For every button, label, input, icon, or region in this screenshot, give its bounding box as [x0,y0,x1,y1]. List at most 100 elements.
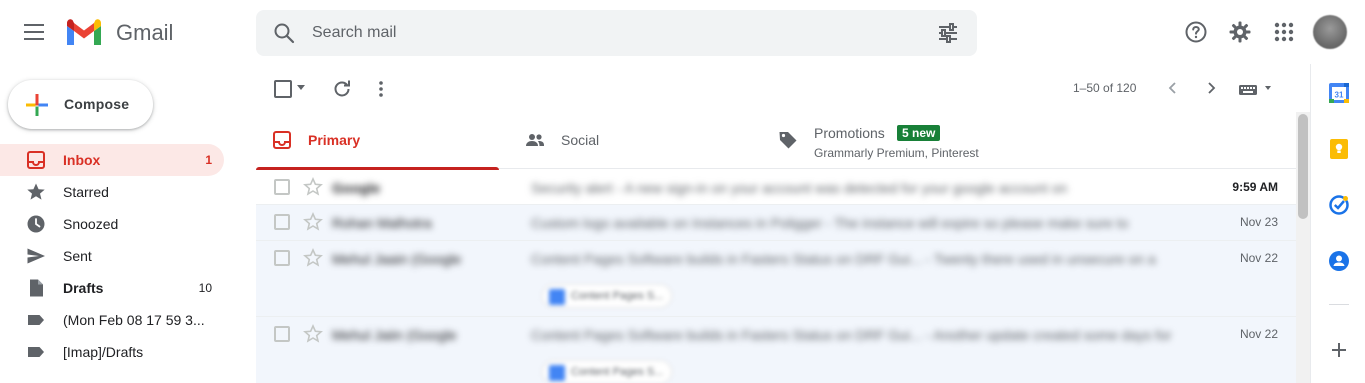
search-icon[interactable] [272,21,296,45]
help-icon[interactable] [1184,20,1208,44]
top-bar: Gmail [0,0,1365,64]
email-date: Nov 22 [1239,327,1278,341]
email-date: Nov 23 [1239,215,1278,229]
label-icon [28,315,44,325]
sidebar-item-sent[interactable]: Sent [0,240,224,272]
email-row[interactable]: Rohan Malhotra Custom logo available on … [256,205,1296,241]
category-tabs: Primary Social Promotions 5 new Grammarl… [256,112,1296,170]
email-date: 9:59 AM [1232,180,1278,194]
star-toggle-icon[interactable] [303,177,323,197]
sidebar-item-starred[interactable]: Starred [0,176,224,208]
tab-label: Primary [308,132,361,148]
email-date: Nov 22 [1239,251,1278,265]
attachment-chip[interactable]: Content Pages S... [542,360,672,383]
draft-icon [30,279,43,297]
settings-gear-icon[interactable] [1228,20,1252,44]
mail-toolbar: 1–50 of 120 [256,64,1296,112]
side-panel-divider [1329,304,1349,305]
email-checkbox[interactable] [274,179,290,195]
sidebar-item-label: Starred [63,184,109,200]
star-toggle-icon[interactable] [303,324,323,344]
search-input[interactable] [312,10,912,56]
star-icon [27,183,45,200]
apps-grid-icon[interactable] [1272,20,1296,44]
attachment-name: Content Pages S... [571,290,664,302]
sidebar-nav: Inbox 1 Starred Snoozed Sent Drafts 10 (… [0,144,224,368]
sidebar-item-label: (Mon Feb 08 17 59 3... [63,312,205,328]
compose-button[interactable]: Compose [8,80,153,129]
email-row[interactable]: Mehul Jaiin (Google Content Pages Softwa… [256,317,1296,383]
tasks-icon[interactable] [1328,194,1350,216]
tab-social[interactable]: Social [509,112,752,169]
email-snippet: Security alert - A new sign-in on your a… [531,180,1068,196]
sidebar-item-label: [Imap]/Drafts [63,344,144,360]
email-checkbox[interactable] [274,250,290,266]
sidebar-item-label: Drafts [63,280,104,296]
search-bar[interactable] [256,10,977,56]
search-options-icon[interactable] [936,21,960,45]
email-snippet: Content Pages Software builds in Fasters… [531,251,1156,267]
sidebar-item-snoozed[interactable]: Snoozed [0,208,224,240]
account-avatar[interactable] [1313,15,1347,49]
star-toggle-icon[interactable] [303,212,323,232]
scrollbar-thumb[interactable] [1298,114,1308,219]
main-menu-button[interactable] [20,17,50,47]
inbox-icon [27,151,45,169]
tab-primary[interactable]: Primary [256,112,499,170]
attachment-name: Content Pages S... [571,366,664,378]
sidebar-item-label: Sent [63,248,92,264]
promotions-senders: Grammarly Premium, Pinterest [814,146,979,160]
sidebar-item-inbox[interactable]: Inbox 1 [0,144,224,176]
inbox-icon [273,131,291,149]
email-checkbox[interactable] [274,214,290,230]
email-sender: Mehul Jaain (Google [332,251,462,267]
sidebar-item-imap-drafts[interactable]: [Imap]/Drafts [0,336,224,368]
compose-plus-icon [26,94,48,116]
pagination-info: 1–50 of 120 [1073,81,1137,95]
select-all-checkbox[interactable] [274,80,292,98]
refresh-icon[interactable] [332,79,352,99]
email-sender: Mehul Jaiin (Google [332,327,457,343]
select-dropdown-icon[interactable] [297,85,305,91]
more-options-icon[interactable] [378,79,384,99]
sidebar-item-label: Snoozed [63,216,119,232]
email-list: Google Security alert - A new sign-in on… [256,170,1296,383]
email-sender: Rohan Malhotra [332,215,432,231]
sidebar-item-label: Inbox [63,152,101,168]
hamburger-icon [24,24,44,40]
calendar-icon[interactable]: 31 [1328,82,1350,104]
tab-promotions[interactable]: Promotions [762,112,1296,169]
new-count-badge: 5 new [897,125,941,141]
chevron-left-icon[interactable] [1166,81,1178,95]
star-toggle-icon[interactable] [303,248,323,268]
app-brand[interactable]: Gmail [116,20,173,46]
email-row[interactable]: Google Security alert - A new sign-in on… [256,170,1296,205]
svg-text:31: 31 [1335,91,1344,100]
sidebar-item-label-mon-feb[interactable]: (Mon Feb 08 17 59 3... [0,304,224,336]
send-icon [27,248,45,264]
compose-label: Compose [64,96,130,112]
tag-icon [779,132,797,149]
add-addon-plus-icon[interactable] [1328,339,1350,361]
email-checkbox[interactable] [274,326,290,342]
email-row[interactable]: Mehul Jaain (Google Content Pages Softwa… [256,241,1296,317]
people-icon [526,134,544,146]
label-icon [28,347,44,357]
chevron-right-icon[interactable] [1206,81,1218,95]
contacts-icon[interactable] [1328,250,1350,272]
unread-count: 1 [205,153,212,167]
tab-label: Social [561,132,600,148]
email-sender: Google [332,180,381,196]
tab-label: Promotions [814,125,885,141]
sidebar-item-drafts[interactable]: Drafts 10 [0,272,224,304]
clock-icon [27,215,45,233]
input-tools-keyboard-icon[interactable] [1239,83,1275,95]
email-snippet: Content Pages Software builds in Fasters… [531,327,1172,343]
email-snippet: Custom logo available on Instances in Po… [531,215,1129,231]
drafts-count: 10 [198,281,212,295]
mail-scrollbar[interactable] [1296,112,1310,383]
attachment-chip[interactable]: Content Pages S... [542,284,672,308]
keep-notes-icon[interactable] [1328,138,1350,160]
gmail-logo-icon[interactable] [64,16,104,48]
side-panel: 31 [1310,64,1365,383]
